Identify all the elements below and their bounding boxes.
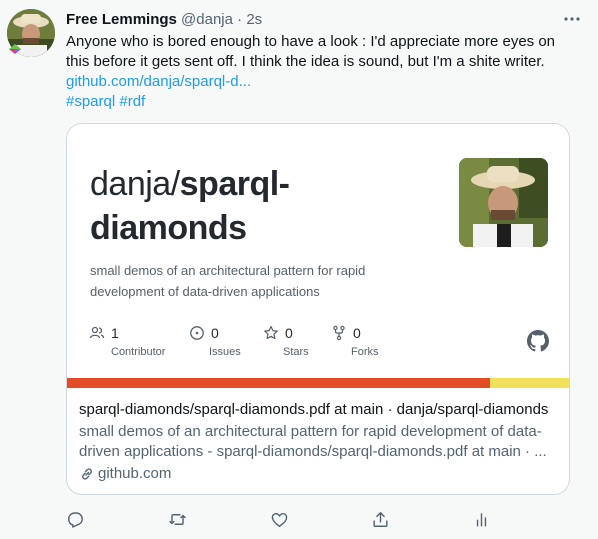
star-icon [264,325,278,340]
repo-description: small demos of an architectural pattern … [90,263,366,299]
tweet-link[interactable]: github.com/danja/sparql-d... [66,73,251,90]
stat-forks-label: Forks [351,346,379,358]
hashtag-sparql[interactable]: #sparql [66,93,115,110]
share-button[interactable] [369,509,391,531]
card-title: sparql-diamonds/sparql-diamonds.pdf at m… [79,401,549,418]
tweet-body: Anyone who is bored enough to have a loo… [66,32,566,112]
reply-icon [67,512,83,528]
author-name[interactable]: Free Lemmings [66,11,177,28]
stat-issues-value: 0 [211,325,219,341]
repo-title: danja/sparql- diamonds [90,162,430,250]
card-domain: github.com [79,464,559,484]
stat-forks-value: 0 [353,325,361,341]
like-button[interactable] [268,509,290,531]
more-horizontal-icon [564,17,580,21]
stat-issues: 0 Issues [189,324,241,358]
retweet-button[interactable] [166,509,188,531]
author-handle[interactable]: @danja [181,11,233,28]
github-icon [527,330,549,352]
repo-name-part1: sparql- [179,165,290,203]
link-card[interactable]: danja/sparql- diamonds small demos of an… [66,123,570,495]
stat-contributors-value: 1 [111,325,119,341]
badge-icon [9,44,21,54]
stat-issues-label: Issues [209,346,241,358]
analytics-button[interactable] [470,509,492,531]
card-domain-text: github.com [98,465,172,482]
stat-contributors: 1 Contributor [89,324,165,358]
card-preview-image[interactable]: danja/sparql- diamonds small demos of an… [67,124,569,388]
issue-icon [190,326,204,340]
tweet-header: Free Lemmings @danja · 2s [66,10,582,30]
link-icon [82,468,92,480]
repo-owner: danja/ [90,165,180,203]
retweet-icon [168,514,186,525]
more-options-button[interactable] [560,10,584,28]
tweet-actions [0,509,598,531]
heart-icon [271,513,287,527]
language-segment [490,378,569,388]
repo-name-part2: diamonds [90,209,247,247]
tweet-text: Anyone who is bored enough to have a loo… [66,33,556,70]
stat-stars-value: 0 [285,325,293,341]
header-separator: · [232,11,247,28]
owner-photo [459,158,548,247]
stat-contributors-label: Contributor [111,346,166,358]
language-segment [67,378,491,388]
reply-button[interactable] [64,509,86,531]
fork-icon [333,325,345,341]
language-bar [67,378,569,388]
stat-stars-label: Stars [283,346,309,358]
stat-forks: 0 Forks [331,324,379,358]
tweet-time[interactable]: 2s [246,11,262,28]
hashtag-rdf[interactable]: #rdf [119,93,145,110]
card-meta[interactable]: sparql-diamonds/sparql-diamonds.pdf at m… [67,388,569,494]
stat-stars: 0 Stars [263,324,309,358]
card-description: small demos of an architectural pattern … [79,423,547,460]
people-icon [89,326,105,339]
analytics-icon [476,513,486,527]
share-icon [372,512,388,527]
